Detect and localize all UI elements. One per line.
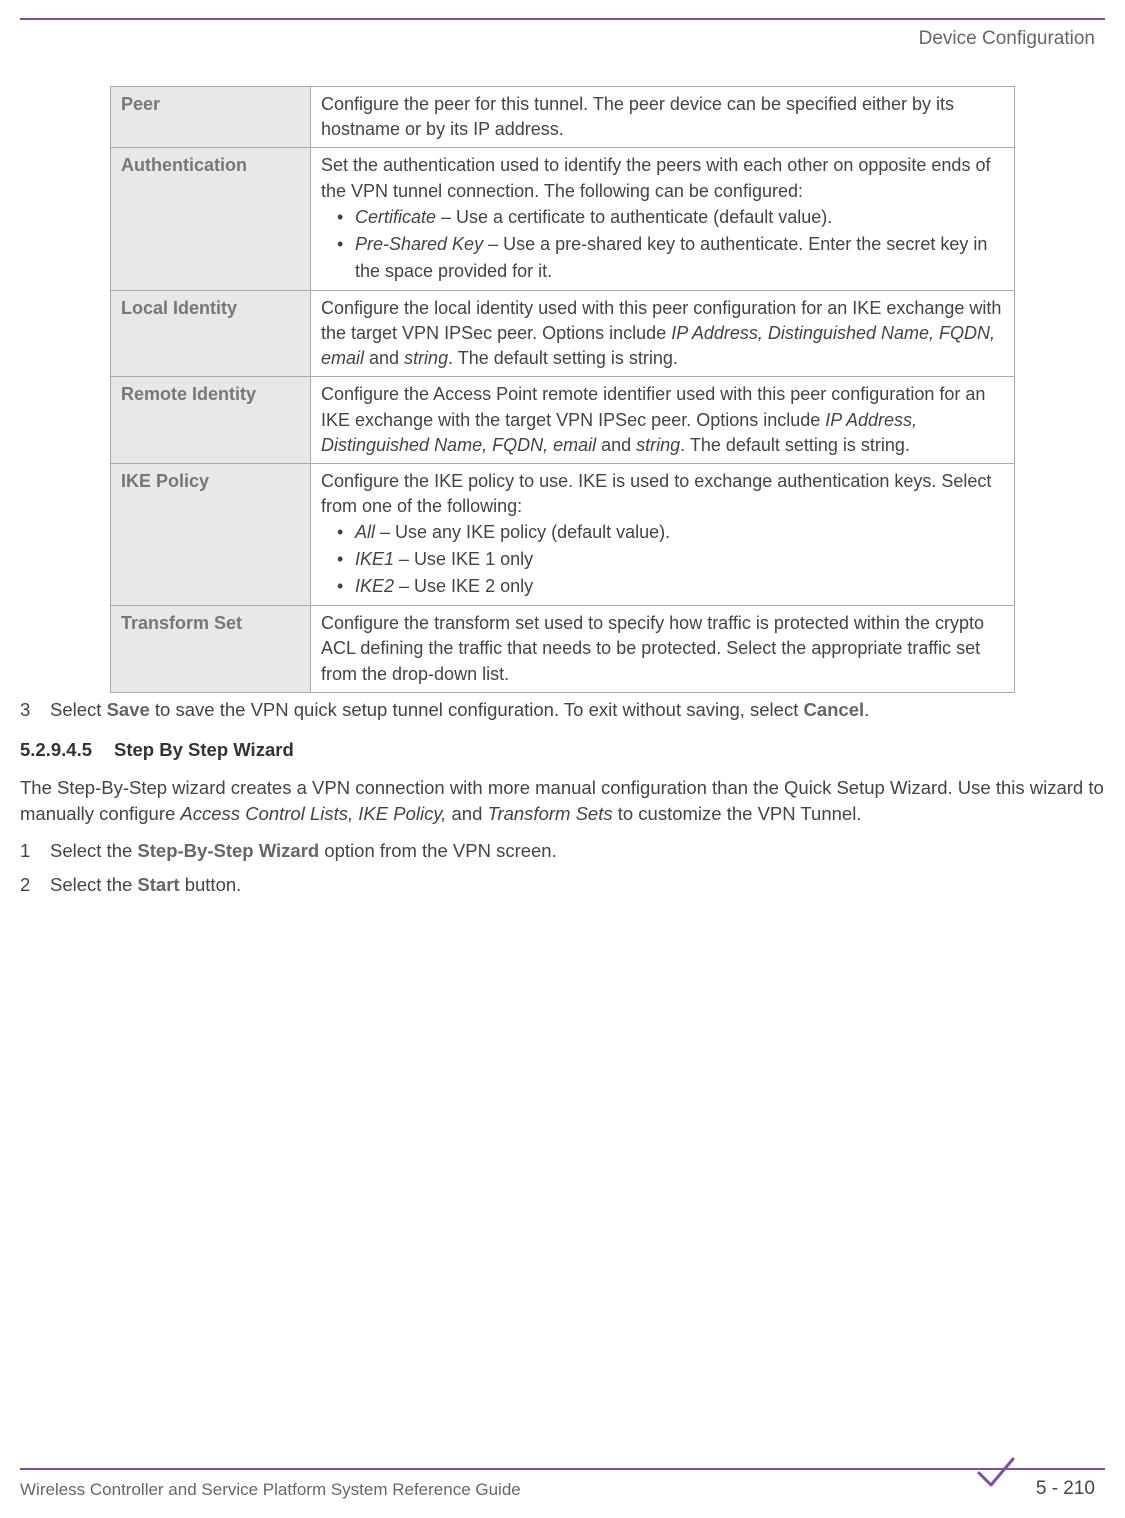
bullet-item: IKE1 – Use IKE 1 only [337, 546, 1004, 573]
bullet-term: IKE1 [355, 549, 394, 569]
row-local-desc: Configure the local identity used with t… [311, 290, 1015, 377]
bullet-term: IKE2 [355, 576, 394, 596]
section-number: 5.2.9.4.5 [20, 739, 92, 761]
bullet-rest: – Use IKE 2 only [394, 576, 533, 596]
row-peer-label: Peer [111, 87, 311, 148]
table-row: Transform Set Configure the transform se… [111, 606, 1015, 693]
step-3: 3 Select Save to save the VPN quick setu… [20, 697, 1105, 723]
footer-left-text: Wireless Controller and Service Platform… [20, 1480, 521, 1500]
auth-desc-text: Set the authentication used to identify … [321, 155, 990, 200]
intro-paragraph: The Step-By-Step wizard creates a VPN co… [20, 775, 1105, 827]
row-transform-desc: Configure the transform set used to spec… [311, 606, 1015, 693]
table-row: IKE Policy Configure the IKE policy to u… [111, 463, 1015, 605]
row-auth-label: Authentication [111, 148, 311, 290]
ike-bullets: All – Use any IKE policy (default value)… [321, 519, 1004, 600]
bullet-term: Certificate [355, 207, 436, 227]
row-auth-desc: Set the authentication used to identify … [311, 148, 1015, 290]
step-text: Select Save to save the VPN quick setup … [50, 697, 869, 723]
step-text: Select the Step-By-Step Wizard option fr… [50, 838, 557, 864]
step-1: 1 Select the Step-By-Step Wizard option … [20, 838, 1105, 864]
bullet-term: All [355, 522, 375, 542]
table-row: Local Identity Configure the local ident… [111, 290, 1015, 377]
row-transform-label: Transform Set [111, 606, 311, 693]
step-number: 2 [20, 872, 50, 898]
row-ike-label: IKE Policy [111, 463, 311, 605]
footer-rule [20, 1468, 1105, 1470]
auth-bullets: Certificate – Use a certificate to authe… [321, 204, 1004, 285]
section-title: Step By Step Wizard [114, 739, 294, 760]
row-remote-desc: Configure the Access Point remote identi… [311, 377, 1015, 464]
ike-desc-text: Configure the IKE policy to use. IKE is … [321, 471, 991, 516]
step-text: Select the Start button. [50, 872, 241, 898]
page-number: 5 - 210 [1036, 1478, 1095, 1500]
config-table: Peer Configure the peer for this tunnel.… [110, 86, 1015, 693]
bullet-item: Certificate – Use a certificate to authe… [337, 204, 1004, 231]
bullet-rest: – Use a certificate to authenticate (def… [436, 207, 832, 227]
checkmark-icon [973, 1453, 1017, 1496]
step-number: 3 [20, 697, 50, 723]
row-peer-desc: Configure the peer for this tunnel. The … [311, 87, 1015, 148]
step-number: 1 [20, 838, 50, 864]
section-heading: 5.2.9.4.5 Step By Step Wizard [20, 739, 1105, 761]
main-content: Peer Configure the peer for this tunnel.… [20, 86, 1105, 906]
row-remote-label: Remote Identity [111, 377, 311, 464]
bullet-rest: – Use IKE 1 only [394, 549, 533, 569]
bullet-term: Pre-Shared Key [355, 234, 483, 254]
bullet-item: Pre-Shared Key – Use a pre-shared key to… [337, 231, 1004, 285]
bullet-rest: – Use any IKE policy (default value). [375, 522, 670, 542]
table-row: Peer Configure the peer for this tunnel.… [111, 87, 1015, 148]
row-local-label: Local Identity [111, 290, 311, 377]
bullet-item: All – Use any IKE policy (default value)… [337, 519, 1004, 546]
bullet-item: IKE2 – Use IKE 2 only [337, 573, 1004, 600]
table-row: Authentication Set the authentication us… [111, 148, 1015, 290]
table-row: Remote Identity Configure the Access Poi… [111, 377, 1015, 464]
header-title: Device Configuration [919, 28, 1095, 50]
header-rule [20, 18, 1105, 20]
row-ike-desc: Configure the IKE policy to use. IKE is … [311, 463, 1015, 605]
step-2: 2 Select the Start button. [20, 872, 1105, 898]
